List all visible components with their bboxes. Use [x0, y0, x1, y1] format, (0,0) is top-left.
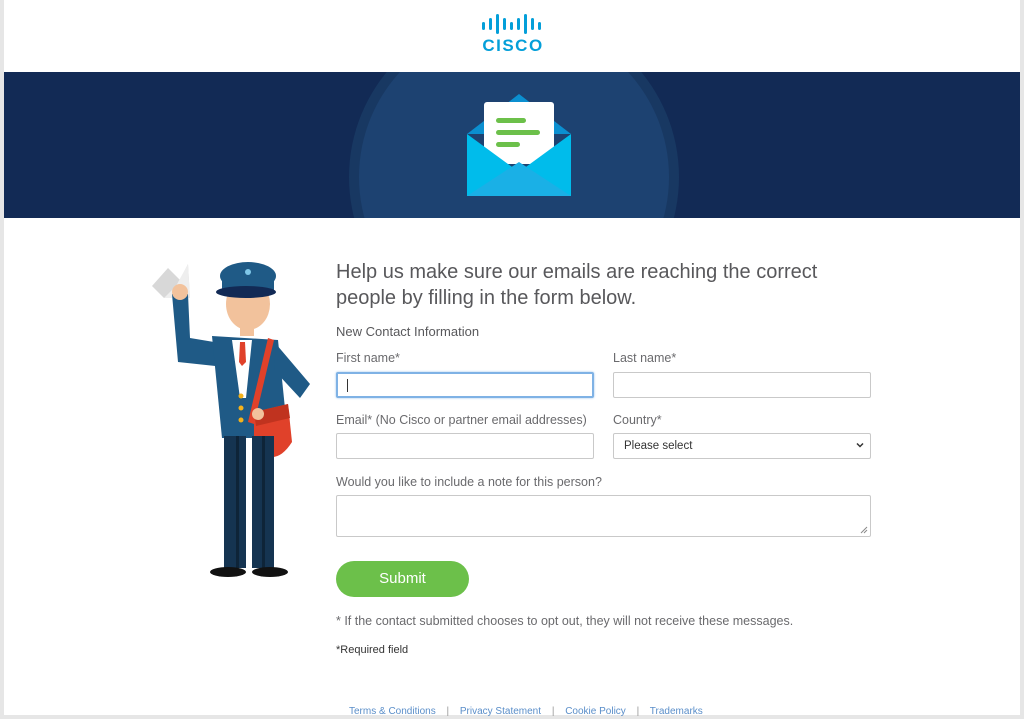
note-textarea[interactable]: [336, 495, 871, 537]
header: CISCO: [4, 0, 1020, 72]
cisco-logo: CISCO: [480, 14, 546, 56]
resize-handle-icon[interactable]: [860, 526, 868, 534]
email-frame: CISCO Help us make sure our emails are r…: [4, 0, 1020, 717]
cookie-policy-link[interactable]: Cookie Policy: [565, 706, 626, 717]
text-caret: [347, 379, 348, 392]
note-label: Would you like to include a note for thi…: [336, 475, 602, 489]
footer-links: Terms & Conditions | Privacy Statement |…: [349, 706, 703, 717]
email-input[interactable]: [336, 433, 594, 459]
footer-separator: |: [446, 706, 450, 717]
country-select[interactable]: Please select: [613, 433, 871, 459]
required-field-note: *Required field: [336, 644, 409, 656]
banner: [4, 72, 1020, 218]
trademarks-link[interactable]: Trademarks: [650, 706, 703, 717]
envelope-icon: [467, 94, 571, 196]
email-label: Email* (No Cisco or partner email addres…: [336, 413, 587, 427]
privacy-link[interactable]: Privacy Statement: [460, 706, 541, 717]
submit-button[interactable]: Submit: [336, 561, 469, 597]
cisco-bars-icon: [482, 14, 541, 34]
chevron-down-icon: [856, 442, 864, 448]
footer-separator: |: [551, 706, 555, 717]
country-label: Country*: [613, 413, 662, 427]
page: CISCO Help us make sure our emails are r…: [0, 0, 1024, 719]
last-name-label: Last name*: [613, 351, 677, 365]
postman-illustration: [152, 262, 310, 577]
first-name-label: First name*: [336, 351, 400, 365]
cisco-wordmark: CISCO: [482, 36, 544, 55]
form-subheading: New Contact Information: [336, 324, 480, 339]
first-name-input[interactable]: [336, 372, 594, 398]
footer-separator: |: [636, 706, 640, 717]
terms-link[interactable]: Terms & Conditions: [349, 706, 436, 717]
country-selected-value: Please select: [624, 440, 693, 452]
opt-out-note: * If the contact submitted chooses to op…: [336, 614, 794, 628]
form-heading: Help us make sure our emails are reachin…: [336, 261, 818, 309]
last-name-input[interactable]: [613, 372, 871, 398]
